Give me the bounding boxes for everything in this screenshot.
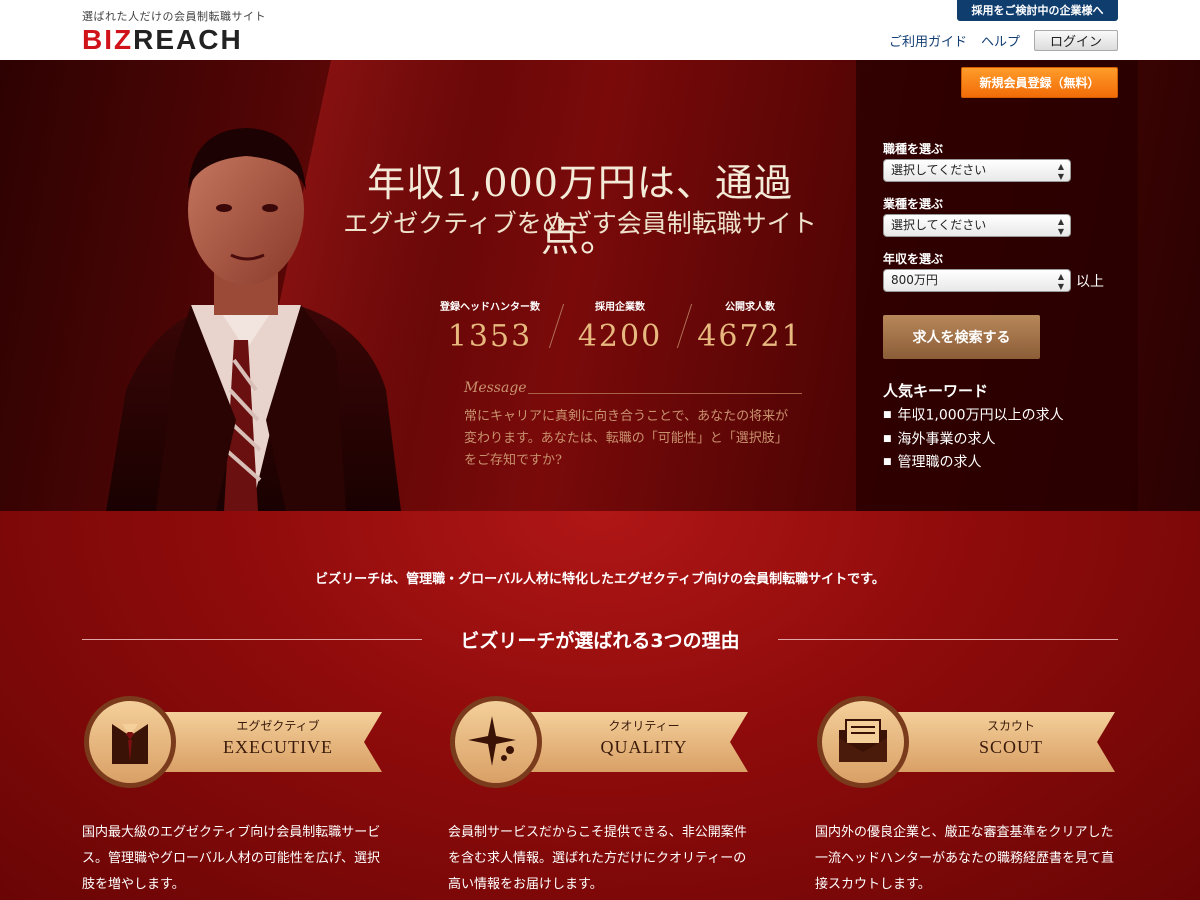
intro-text: ビズリーチは、管理職・グローバル人材に特化したエグゼクティブ向けの会員制転職サイ… — [315, 572, 885, 587]
job-type-select[interactable]: 選択してください ▲ ▼ — [883, 159, 1071, 182]
select-arrows-icon: ▲ ▼ — [1057, 272, 1064, 291]
salary-select[interactable]: 800万円 ▲ ▼ — [883, 269, 1071, 292]
bizreach-logo: BIZREACH — [82, 24, 243, 55]
bullet-icon: ■ — [883, 410, 892, 420]
keyword-link[interactable]: ■ 海外事業の求人 — [883, 428, 1064, 452]
tuxedo-icon — [112, 724, 148, 764]
select-arrows-icon: ▲ ▼ — [1057, 217, 1064, 236]
stat-label: 採用企業数 — [595, 302, 645, 313]
feature-label-jp: スカウト — [986, 719, 1035, 733]
feature-label-en: QUALITY — [600, 737, 688, 757]
keyword-link[interactable]: ■ 管理職の求人 — [883, 451, 1064, 475]
title-rule-right — [778, 639, 1118, 640]
feature-executive: エグゼクティブ EXECUTIVE 国内最大級のエグゼクティブ向け会員制転職サー… — [82, 694, 392, 894]
stat-label: 公開求人数 — [725, 302, 775, 313]
feature-description: 会員制サービスだからこそ提供できる、非公開案件を含む求人情報。選ばれた方だけにク… — [448, 825, 747, 892]
popular-keywords-list: ■ 年収1,000万円以上の求人 ■ 海外事業の求人 ■ 管理職の求人 — [883, 404, 1064, 475]
search-panel: 新規会員登録（無料） 職種を選ぶ 選択してください ▲ ▼ 業種を選ぶ 選択してく… — [856, 60, 1138, 511]
feature-quality: クオリティー QUALITY 会員制サービスだからこそ提供できる、非公開案件を含… — [448, 694, 758, 894]
stat-companies: 採用企業数 4200 — [560, 298, 680, 354]
bullet-icon: ■ — [883, 433, 892, 444]
stat-jobs: 公開求人数 46721 — [690, 298, 810, 354]
feature-label-en: SCOUT — [978, 737, 1043, 757]
guide-link[interactable]: ご利用ガイド — [889, 31, 967, 50]
message-text: 常にキャリアに真剣に向き合うことで、あなたの将来が変わります。あなたは、転職の「… — [464, 409, 789, 468]
logo-link[interactable]: 選ばれた人だけの会員制転職サイト BIZREACH — [82, 8, 266, 56]
stat-value: 4200 — [577, 319, 663, 354]
corporate-link-button[interactable]: 採用をご検討中の企業様へ — [957, 0, 1118, 21]
site-header: 選ばれた人だけの会員制転職サイト BIZREACH 採用をご検討中の企業様へ ご… — [0, 0, 1200, 60]
job-type-label: 職種を選ぶ — [883, 142, 944, 156]
header-nav: ご利用ガイド ヘルプ ログイン — [889, 30, 1118, 51]
salary-label: 年収を選ぶ — [883, 252, 944, 266]
industry-select[interactable]: 選択してください ▲ ▼ — [883, 214, 1071, 237]
bullet-icon: ■ — [883, 457, 892, 467]
feature-label-jp: クオリティー — [608, 719, 680, 733]
message-heading: Message — [464, 380, 527, 396]
feature-scout: スカウト SCOUT 国内外の優良企業と、厳正な審査基準をクリアした一流ヘッドハ… — [815, 694, 1125, 894]
envelope-icon — [839, 719, 887, 762]
hero-section: 年収1,000万円は、通過点。 エグゼクティブをめざす会員制転職サイト 登録ヘッ… — [0, 60, 1200, 511]
stats-row: 登録ヘッドハンター数 1353 採用企業数 4200 公開求人数 46721 — [430, 298, 810, 354]
help-link[interactable]: ヘルプ — [981, 31, 1020, 50]
feature-label-en: EXECUTIVE — [223, 737, 333, 757]
industry-label: 業種を選ぶ — [883, 197, 944, 211]
hero-subtitle: エグゼクティブをめざす会員制転職サイト — [343, 209, 817, 238]
feature-label-jp: エグゼクティブ — [236, 719, 320, 733]
stat-headhunters: 登録ヘッドハンター数 1353 — [430, 298, 550, 354]
select-arrows-icon: ▲ ▼ — [1057, 162, 1064, 181]
search-jobs-button[interactable]: 求人を検索する — [883, 315, 1040, 359]
message-divider — [528, 393, 802, 394]
keyword-link[interactable]: ■ 年収1,000万円以上の求人 — [883, 404, 1064, 428]
stat-value: 46721 — [697, 319, 803, 354]
stat-label: 登録ヘッドハンター数 — [440, 302, 540, 313]
stat-value: 1353 — [447, 319, 533, 354]
reasons-section: ビズリーチは、管理職・グローバル人材に特化したエグゼクティブ向けの会員制転職サイ… — [0, 511, 1200, 900]
login-button[interactable]: ログイン — [1034, 30, 1118, 51]
tagline: 選ばれた人だけの会員制転職サイト — [82, 10, 266, 23]
feature-description: 国内外の優良企業と、厳正な審査基準をクリアした一流ヘッドハンターがあなたの職務経… — [815, 825, 1115, 892]
popular-keywords-title: 人気キーワード — [883, 382, 989, 400]
feature-description: 国内最大級のエグゼクティブ向け会員制転職サービス。管理職やグローバル人材の可能性… — [82, 825, 381, 892]
salary-suffix: 以上 — [1076, 274, 1104, 290]
register-button[interactable]: 新規会員登録（無料） — [961, 67, 1118, 98]
